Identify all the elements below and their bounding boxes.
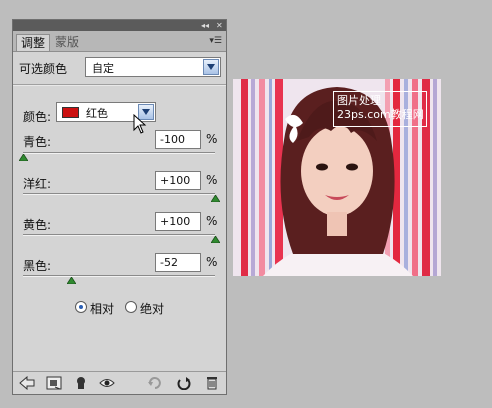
black-slider-track[interactable] [23, 275, 215, 277]
clip-layer-icon[interactable] [73, 376, 89, 390]
panel-tabs: 调整 蒙版 ▾☰ [13, 31, 226, 52]
watermark-line-1: 图片处理 [337, 94, 381, 107]
adjustments-panel: ◂◂ ✕ 调整 蒙版 ▾☰ 可选颜色 自定 颜色: 红色 青色: -100 % … [12, 19, 227, 395]
yellow-slider-track[interactable] [23, 234, 215, 236]
black-label: 黑色: [23, 259, 52, 273]
colors-value: 红色 [86, 107, 108, 120]
close-icon[interactable]: ✕ [216, 20, 223, 31]
trash-icon[interactable] [204, 376, 220, 390]
preset-label: 可选颜色 [19, 62, 68, 76]
relative-label[interactable]: 相对 [90, 300, 114, 317]
yellow-unit: % [206, 214, 218, 228]
cyan-label: 青色: [23, 135, 52, 149]
black-slider-thumb[interactable] [67, 277, 76, 284]
mouse-cursor-icon [133, 114, 147, 134]
magenta-unit: % [206, 173, 218, 187]
magenta-label: 洋红: [23, 177, 52, 191]
relative-radio[interactable] [75, 301, 87, 313]
chevron-down-icon[interactable] [203, 59, 219, 75]
view-previous-icon[interactable] [147, 376, 163, 390]
watermark: 图片处理 23ps.com教程网 [333, 91, 427, 127]
panel-footer [13, 371, 226, 394]
back-arrow-icon[interactable] [19, 376, 35, 390]
watermark-line-3: 教程网 [390, 108, 424, 121]
divider [13, 84, 226, 86]
cyan-input[interactable]: -100 [155, 130, 201, 149]
black-input[interactable]: -52 [155, 253, 201, 272]
panel-menu-icon[interactable]: ▾☰ [209, 36, 222, 46]
magenta-slider-track[interactable] [23, 193, 215, 195]
radio-selected-dot [79, 305, 83, 309]
color-swatch [62, 107, 79, 118]
panel-titlebar[interactable]: ◂◂ ✕ [13, 20, 226, 31]
cyan-slider-track[interactable] [23, 152, 215, 154]
absolute-label[interactable]: 绝对 [140, 300, 164, 317]
eye-icon[interactable] [99, 376, 115, 390]
magenta-slider-thumb[interactable] [211, 195, 220, 202]
preset-value: 自定 [92, 62, 114, 75]
reset-icon[interactable] [176, 376, 192, 390]
preview-photo: 图片处理 23ps.com教程网 [233, 79, 441, 276]
yellow-input[interactable]: +100 [155, 212, 201, 231]
collapse-icon[interactable]: ◂◂ [201, 20, 209, 31]
absolute-radio[interactable] [125, 301, 137, 313]
colors-label: 颜色: [23, 110, 52, 124]
black-unit: % [206, 255, 218, 269]
watermark-line-2: 23ps.com [337, 108, 391, 121]
tab-adjustments[interactable]: 调整 [16, 34, 50, 51]
yellow-label: 黄色: [23, 218, 52, 232]
magenta-input[interactable]: +100 [155, 171, 201, 190]
yellow-slider-thumb[interactable] [211, 236, 220, 243]
preset-select[interactable]: 自定 [85, 57, 221, 77]
tab-masks[interactable]: 蒙版 [51, 34, 85, 51]
expand-view-icon[interactable] [46, 376, 62, 390]
cyan-slider-thumb[interactable] [19, 154, 28, 161]
cyan-unit: % [206, 132, 218, 146]
